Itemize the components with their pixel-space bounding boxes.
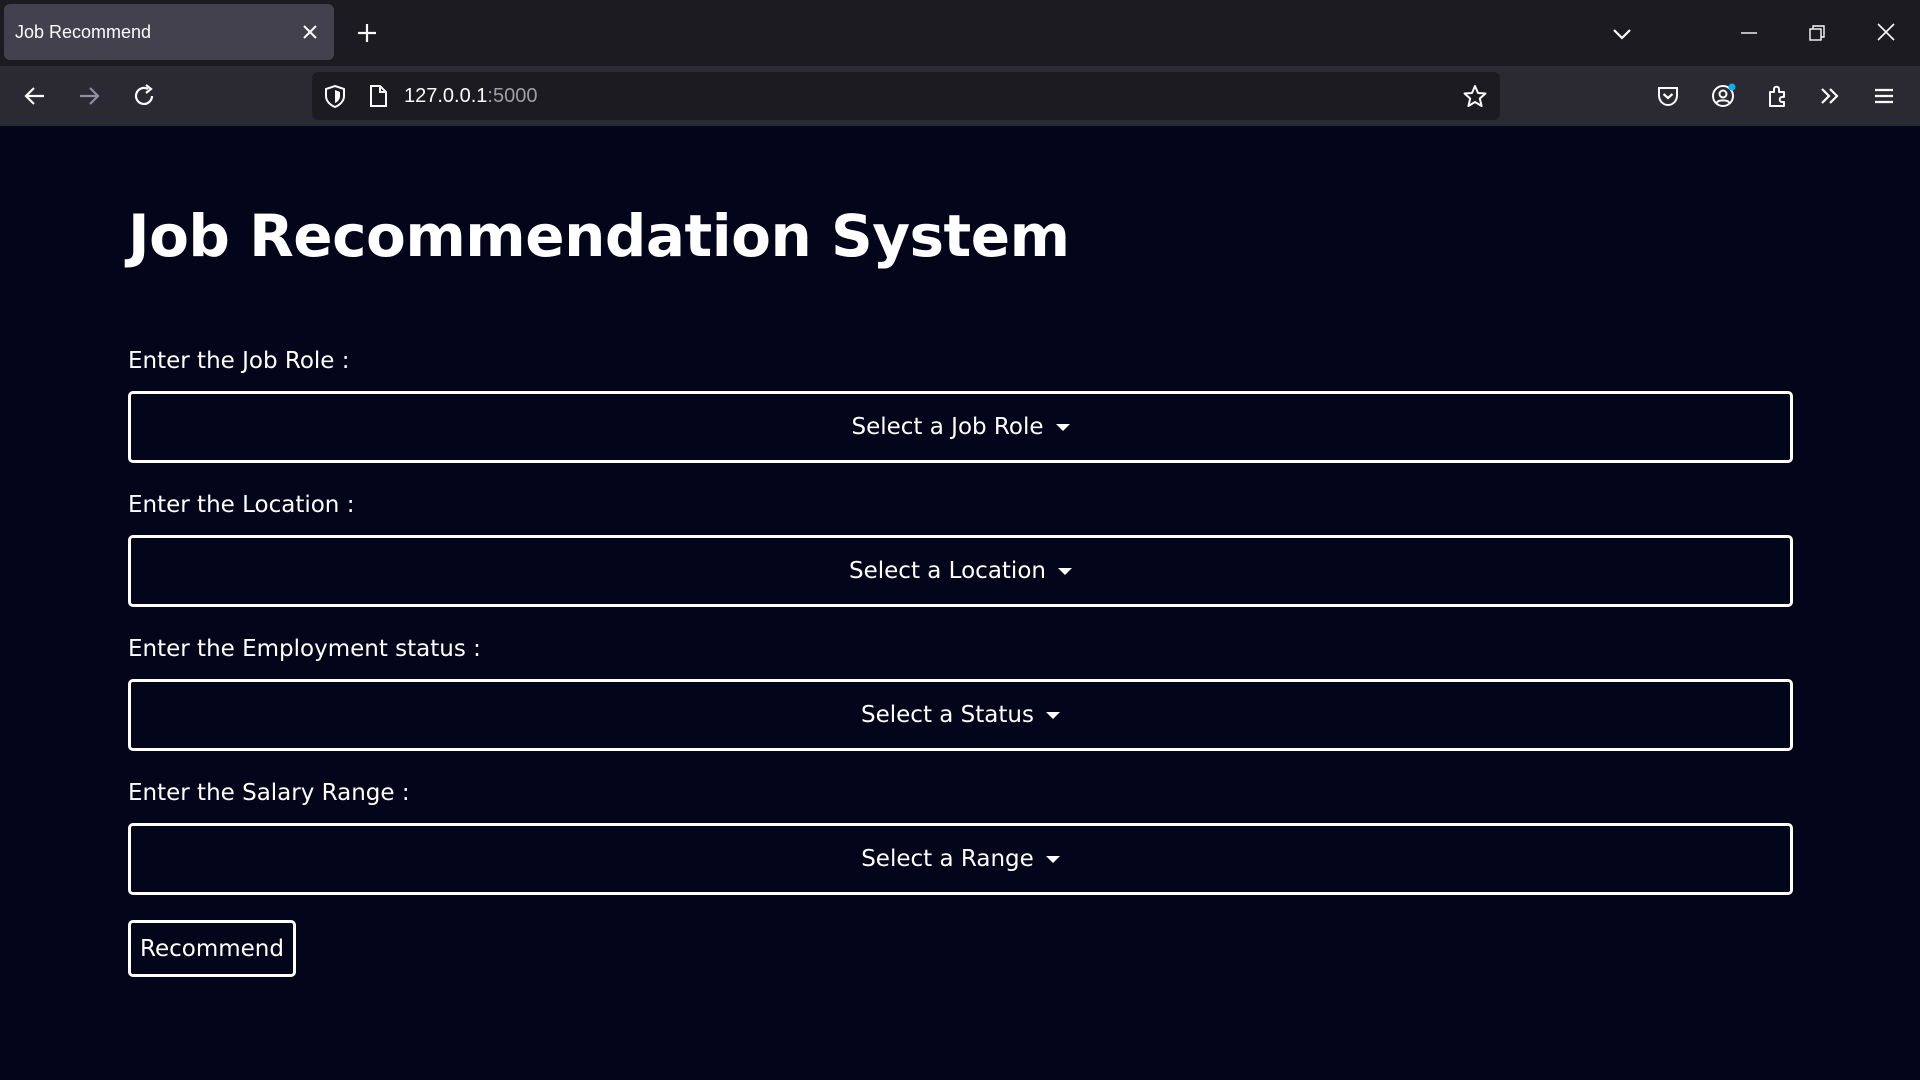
chevron-down-icon[interactable] <box>1610 22 1634 46</box>
caret-down-icon <box>1055 423 1070 431</box>
tab-title: Job Recommend <box>15 22 152 42</box>
forward-icon[interactable] <box>76 83 102 109</box>
url-text[interactable]: 127.0.0.1:5000 <box>404 85 537 108</box>
restore-icon[interactable] <box>1806 22 1828 44</box>
navigation-bar: 127.0.0.1:5000 <box>0 66 1920 126</box>
employment-status-select[interactable]: Select a Status <box>128 679 1793 751</box>
job-role-select[interactable]: Select a Job Role <box>128 391 1793 463</box>
extensions-icon[interactable] <box>1764 83 1790 109</box>
close-icon[interactable] <box>298 20 322 44</box>
plus-icon[interactable] <box>354 20 380 46</box>
caret-down-icon <box>1045 855 1060 863</box>
overflow-icon[interactable] <box>1817 83 1843 109</box>
pocket-icon[interactable] <box>1655 83 1681 109</box>
tab-strip: Job Recommend <box>0 0 1920 66</box>
menu-icon[interactable] <box>1871 83 1897 109</box>
employment-status-select-value: Select a Status <box>861 702 1034 728</box>
minimize-icon[interactable] <box>1738 22 1760 44</box>
location-select[interactable]: Select a Location <box>128 535 1793 607</box>
salary-range-label: Enter the Salary Range : <box>128 780 410 806</box>
url-port: :5000 <box>487 85 538 107</box>
star-icon[interactable] <box>1462 83 1488 109</box>
url-host: 127.0.0.1 <box>404 85 488 107</box>
job-role-select-value: Select a Job Role <box>851 414 1044 440</box>
page-title: Job Recommendation System <box>128 202 1070 270</box>
salary-range-select[interactable]: Select a Range <box>128 823 1793 895</box>
caret-down-icon <box>1057 567 1072 575</box>
shield-icon[interactable] <box>322 83 348 109</box>
account-icon[interactable] <box>1710 83 1736 109</box>
job-role-label: Enter the Job Role : <box>128 348 350 374</box>
reload-icon[interactable] <box>131 83 157 109</box>
page-content: Job Recommendation System Enter the Job … <box>0 126 1920 1080</box>
location-select-value: Select a Location <box>849 558 1046 584</box>
window-close-icon[interactable] <box>1874 20 1898 44</box>
employment-status-label: Enter the Employment status : <box>128 636 481 662</box>
salary-range-select-value: Select a Range <box>861 846 1034 872</box>
recommend-button[interactable]: Recommend <box>128 920 296 977</box>
location-label: Enter the Location : <box>128 492 355 518</box>
back-icon[interactable] <box>22 83 48 109</box>
page-icon[interactable] <box>366 83 390 109</box>
url-bar[interactable]: 127.0.0.1:5000 <box>312 72 1500 120</box>
active-tab[interactable]: Job Recommend <box>4 4 334 60</box>
caret-down-icon <box>1045 711 1060 719</box>
